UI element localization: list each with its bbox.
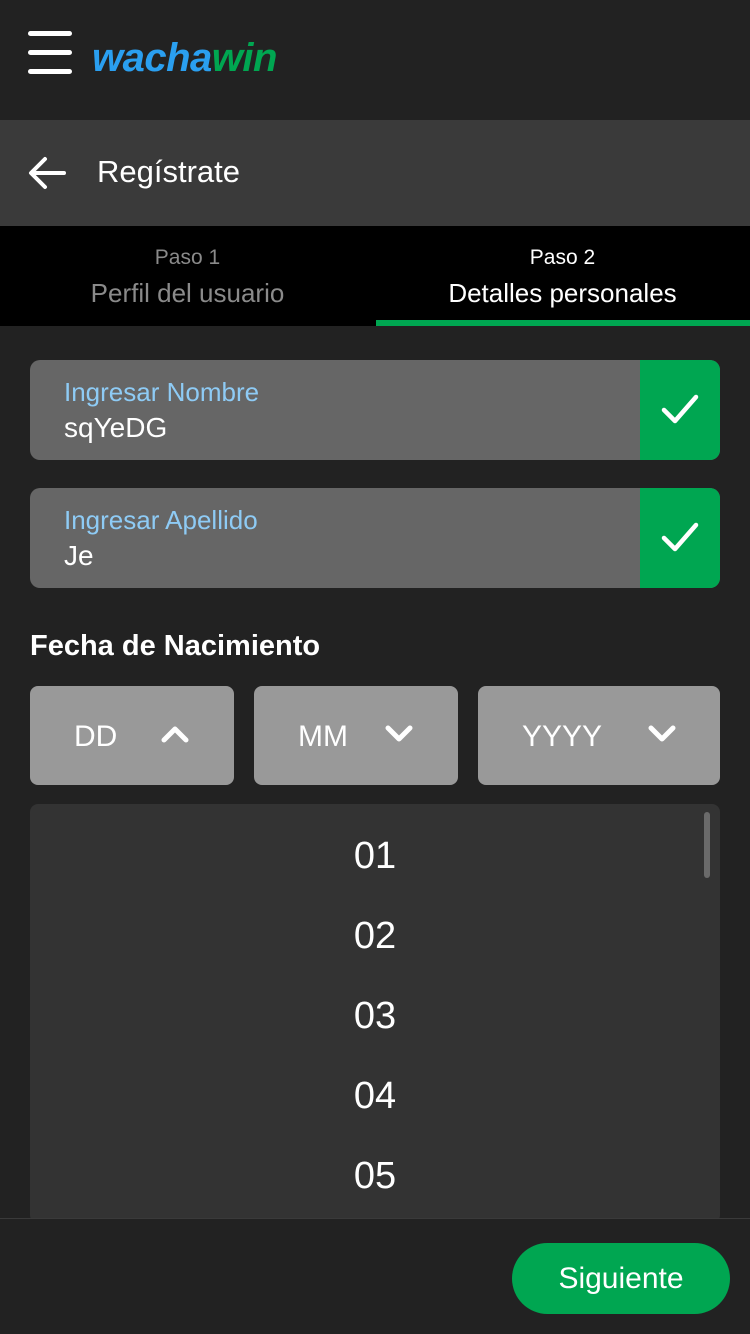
step-name: Detalles personales — [448, 278, 677, 308]
top-bar: wachawin — [0, 0, 750, 120]
day-option[interactable]: 05 — [30, 1136, 720, 1216]
day-select-value: DD — [74, 720, 118, 753]
day-option[interactable]: 04 — [30, 1056, 720, 1136]
valid-check-badge — [640, 488, 720, 588]
year-select[interactable]: YYYY — [478, 686, 720, 785]
month-select[interactable]: MM — [254, 686, 458, 785]
last-name-label: Ingresar Apellido — [64, 505, 258, 535]
dob-label: Fecha de Nacimiento — [30, 630, 321, 662]
day-option[interactable]: 02 — [30, 896, 720, 976]
scrollbar[interactable] — [704, 812, 710, 878]
tab-step-1[interactable]: Paso 1 Perfil del usuario — [0, 226, 375, 326]
day-option[interactable]: 01 — [30, 816, 720, 896]
chevron-down-icon — [385, 725, 413, 742]
arrow-left-icon[interactable] — [28, 155, 66, 191]
day-select[interactable]: DD — [30, 686, 234, 785]
logo[interactable]: wachawin — [92, 36, 277, 81]
page-header: Regístrate — [0, 120, 750, 226]
month-select-value: MM — [298, 720, 348, 753]
first-name-input[interactable] — [64, 412, 624, 444]
active-tab-indicator — [376, 320, 750, 326]
year-select-value: YYYY — [522, 720, 603, 753]
step-number: Paso 1 — [154, 246, 221, 269]
last-name-input[interactable] — [64, 540, 624, 572]
chevron-down-icon — [648, 725, 676, 742]
checkmark-icon — [661, 394, 699, 424]
step-tabs: Paso 1 Perfil del usuario Paso 2 Detalle… — [0, 226, 750, 326]
step-number: Paso 2 — [529, 246, 596, 269]
footer-bar: Siguiente — [0, 1218, 750, 1334]
tab-step-2[interactable]: Paso 2 Detalles personales — [375, 226, 750, 326]
step-name: Perfil del usuario — [90, 278, 285, 308]
first-name-label: Ingresar Nombre — [64, 377, 260, 407]
chevron-up-icon — [161, 726, 189, 743]
page-title: Regístrate — [97, 154, 241, 189]
next-button[interactable]: Siguiente — [512, 1243, 730, 1314]
hamburger-menu-icon[interactable] — [28, 31, 72, 75]
first-name-field[interactable]: Ingresar Nombre — [30, 360, 720, 460]
last-name-field[interactable]: Ingresar Apellido — [30, 488, 720, 588]
checkmark-icon — [661, 522, 699, 552]
valid-check-badge — [640, 360, 720, 460]
day-options-list[interactable]: 01 02 03 04 05 — [30, 804, 720, 1223]
day-option[interactable]: 03 — [30, 976, 720, 1056]
